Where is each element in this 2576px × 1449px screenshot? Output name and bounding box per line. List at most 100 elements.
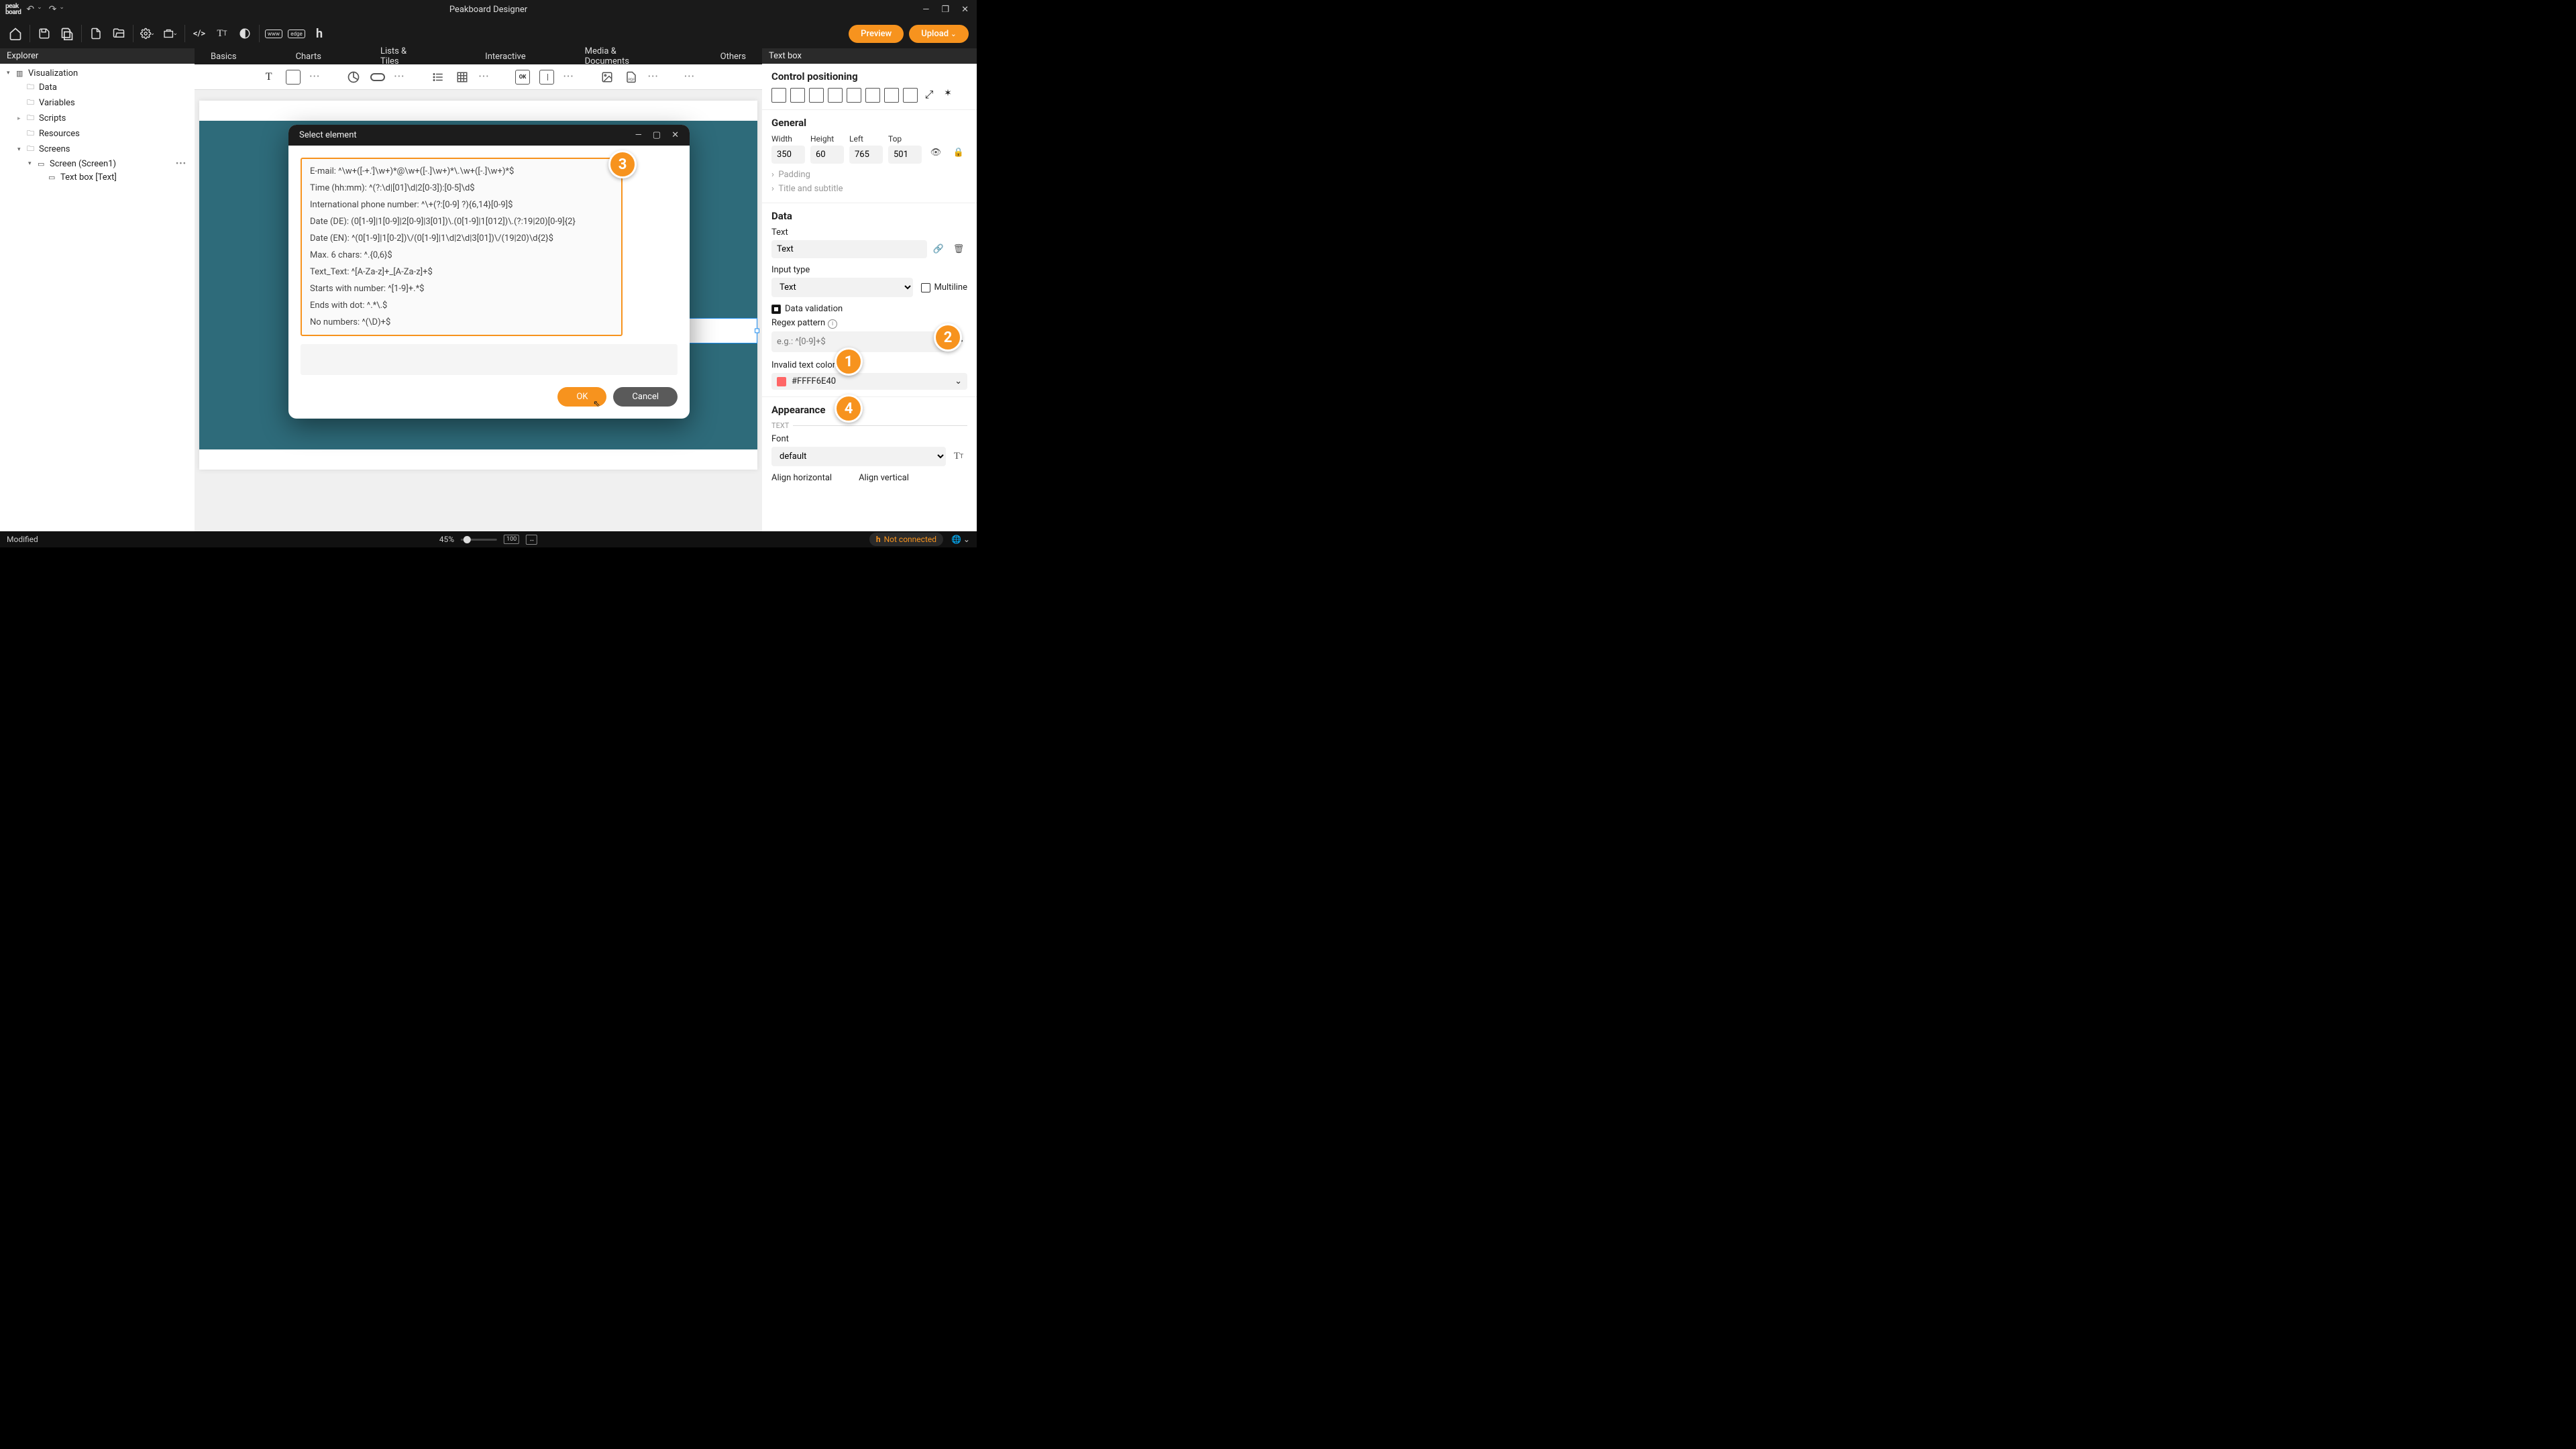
pos-anchor-8[interactable]	[903, 88, 918, 103]
list-item[interactable]: Time (hh:mm): ^(?:\d|[01]\d|2[0-3]):[0-5…	[302, 180, 621, 197]
datavalidation-checkbox[interactable]	[771, 305, 781, 314]
more-icon[interactable]: •••	[176, 159, 186, 169]
lock-icon[interactable]: 🔒	[950, 144, 967, 161]
info-icon[interactable]: i	[828, 319, 837, 329]
list-item[interactable]: Date (EN): ^(0[1-9]|1[0-2])\/(0[1-9]|1\d…	[302, 230, 621, 247]
box-web-icon[interactable]: www	[266, 26, 281, 41]
tree-scripts[interactable]: ▸🗀Scripts	[0, 111, 195, 126]
pos-anchor-4[interactable]	[828, 88, 843, 103]
maximize-icon[interactable]: ❐	[941, 5, 949, 15]
text-style-icon[interactable]: TT	[215, 26, 229, 41]
multiline-checkbox[interactable]	[921, 283, 930, 292]
code-icon[interactable]: </>	[192, 26, 207, 41]
pos-anchor-5[interactable]	[847, 88, 861, 103]
upload-button[interactable]: Upload	[909, 25, 969, 43]
theme-icon[interactable]	[237, 26, 252, 41]
ok-button[interactable]: OK	[557, 387, 606, 407]
link-icon[interactable]: 🔗	[930, 241, 947, 258]
home-icon[interactable]	[8, 26, 23, 41]
delete-icon[interactable]: 🗑	[950, 241, 967, 258]
ribbon-more-4[interactable]: •••	[564, 73, 574, 80]
new-file-icon[interactable]	[89, 26, 103, 41]
list-item[interactable]: Max. 6 chars: ^.{0,6}$	[302, 247, 621, 264]
pos-anchor-3[interactable]	[809, 88, 824, 103]
close-icon[interactable]: ✕	[961, 5, 969, 15]
ribbon-table-icon[interactable]	[455, 70, 470, 85]
zoom-100-button[interactable]: 100	[504, 535, 519, 544]
pos-anchor-1[interactable]	[771, 88, 786, 103]
preview-button[interactable]: Preview	[849, 25, 904, 43]
tab-others[interactable]: Others	[704, 50, 762, 64]
regex-input[interactable]	[771, 331, 946, 352]
dialog-minimize-icon[interactable]: —	[635, 130, 642, 140]
zoom-fit-button[interactable]: ↔	[526, 535, 537, 545]
tab-charts[interactable]: Charts	[280, 50, 337, 64]
left-input[interactable]	[849, 146, 883, 164]
chevron-down-icon[interactable]: ⌄	[955, 376, 962, 386]
list-item[interactable]: E-mail: ^\w+([-+.']\w+)*@\w+([-.]\w+)*\.…	[302, 163, 621, 180]
tree-resources[interactable]: 🗀Resources	[0, 126, 195, 142]
tree-screen1[interactable]: ▾▭Screen (Screen1)•••	[0, 157, 195, 170]
tree-screens[interactable]: ▾🗀Screens	[0, 142, 195, 157]
visibility-icon[interactable]: 👁	[927, 144, 945, 161]
list-item[interactable]: Date (DE): (0[1-9]|1[0-9]|2[0-9]|3[01])\…	[302, 213, 621, 230]
width-input[interactable]	[771, 146, 805, 164]
open-folder-icon[interactable]	[111, 26, 126, 41]
padding-collapse[interactable]: › Padding	[771, 168, 967, 182]
pos-anchor-2[interactable]	[790, 88, 805, 103]
pos-anchor-6[interactable]	[865, 88, 880, 103]
pos-anchor-7[interactable]	[884, 88, 899, 103]
ribbon-rect-icon[interactable]	[286, 70, 301, 85]
pos-expand-icon[interactable]: ⤢	[922, 88, 936, 103]
font-format-icon[interactable]: TT	[950, 448, 967, 466]
ribbon-text-icon[interactable]: T	[262, 70, 276, 85]
tab-interactive[interactable]: Interactive	[469, 50, 541, 64]
list-item[interactable]: Text_Text: ^[A-Za-z]+_[A-Za-z]+$	[302, 264, 621, 280]
hub-icon[interactable]: h	[312, 26, 327, 41]
top-input[interactable]	[888, 146, 922, 164]
ribbon-input-icon[interactable]	[539, 70, 554, 85]
ribbon-more-2[interactable]: •••	[394, 73, 405, 80]
ribbon-image-icon[interactable]	[600, 70, 614, 85]
ribbon-pill-icon[interactable]	[370, 70, 385, 85]
minimize-icon[interactable]: —	[922, 5, 929, 15]
ribbon-more-1[interactable]: •••	[310, 73, 321, 80]
cancel-button[interactable]: Cancel	[613, 387, 678, 407]
text-input[interactable]	[771, 240, 927, 258]
ribbon-pie-icon[interactable]	[346, 70, 361, 85]
package-icon[interactable]: ⌄	[163, 26, 178, 41]
height-input[interactable]	[810, 146, 844, 164]
tree-visualization[interactable]: ▾▥Visualization	[0, 66, 195, 80]
list-item[interactable]: No numbers: ^(\D)+$	[302, 314, 621, 331]
redo-dropdown-icon[interactable]: ⌄	[59, 4, 64, 15]
undo-dropdown-icon[interactable]: ⌄	[37, 4, 42, 15]
titlesub-collapse[interactable]: › Title and subtitle	[771, 182, 967, 196]
pos-center-icon[interactable]: ✶	[941, 88, 955, 103]
tab-basics[interactable]: Basics	[195, 50, 253, 64]
list-item[interactable]: International phone number: ^\+(?:[0-9] …	[302, 197, 621, 213]
ribbon-list-icon[interactable]	[431, 70, 445, 85]
tree-data[interactable]: 🗀Data	[0, 80, 195, 95]
invalidcolor-picker[interactable]: #FFFF6E40 ⌄	[771, 373, 967, 390]
inputtype-select[interactable]: Text	[771, 278, 913, 297]
tree-variables[interactable]: 🗀Variables	[0, 95, 195, 111]
ribbon-ok-icon[interactable]: OK	[515, 70, 530, 85]
ribbon-more-5[interactable]: •••	[648, 73, 659, 80]
box-edge-icon[interactable]: edge	[289, 26, 304, 41]
tree-textbox[interactable]: ▭Text box [Text]	[0, 170, 195, 184]
ribbon-pdf-icon[interactable]: PDF	[624, 70, 639, 85]
font-select[interactable]: default	[771, 447, 946, 466]
settings-icon[interactable]: ⌄	[140, 26, 155, 41]
dialog-close-icon[interactable]: ✕	[672, 130, 679, 140]
ribbon-more-3[interactable]: •••	[479, 73, 490, 80]
list-item[interactable]: Starts with number: ^[1-9]+.*$	[302, 280, 621, 297]
connection-status[interactable]: hNot connected	[869, 533, 943, 546]
list-item[interactable]: Ends with dot: ^.*\.$	[302, 297, 621, 314]
redo-icon[interactable]: ↷	[49, 4, 57, 15]
zoom-slider[interactable]	[461, 539, 497, 541]
save-icon[interactable]	[37, 26, 52, 41]
ribbon-more-6[interactable]: •••	[684, 73, 695, 80]
undo-icon[interactable]: ↶	[26, 4, 34, 15]
resize-handle-right[interactable]	[755, 329, 759, 333]
globe-icon[interactable]: 🌐 ⌄	[951, 535, 970, 544]
